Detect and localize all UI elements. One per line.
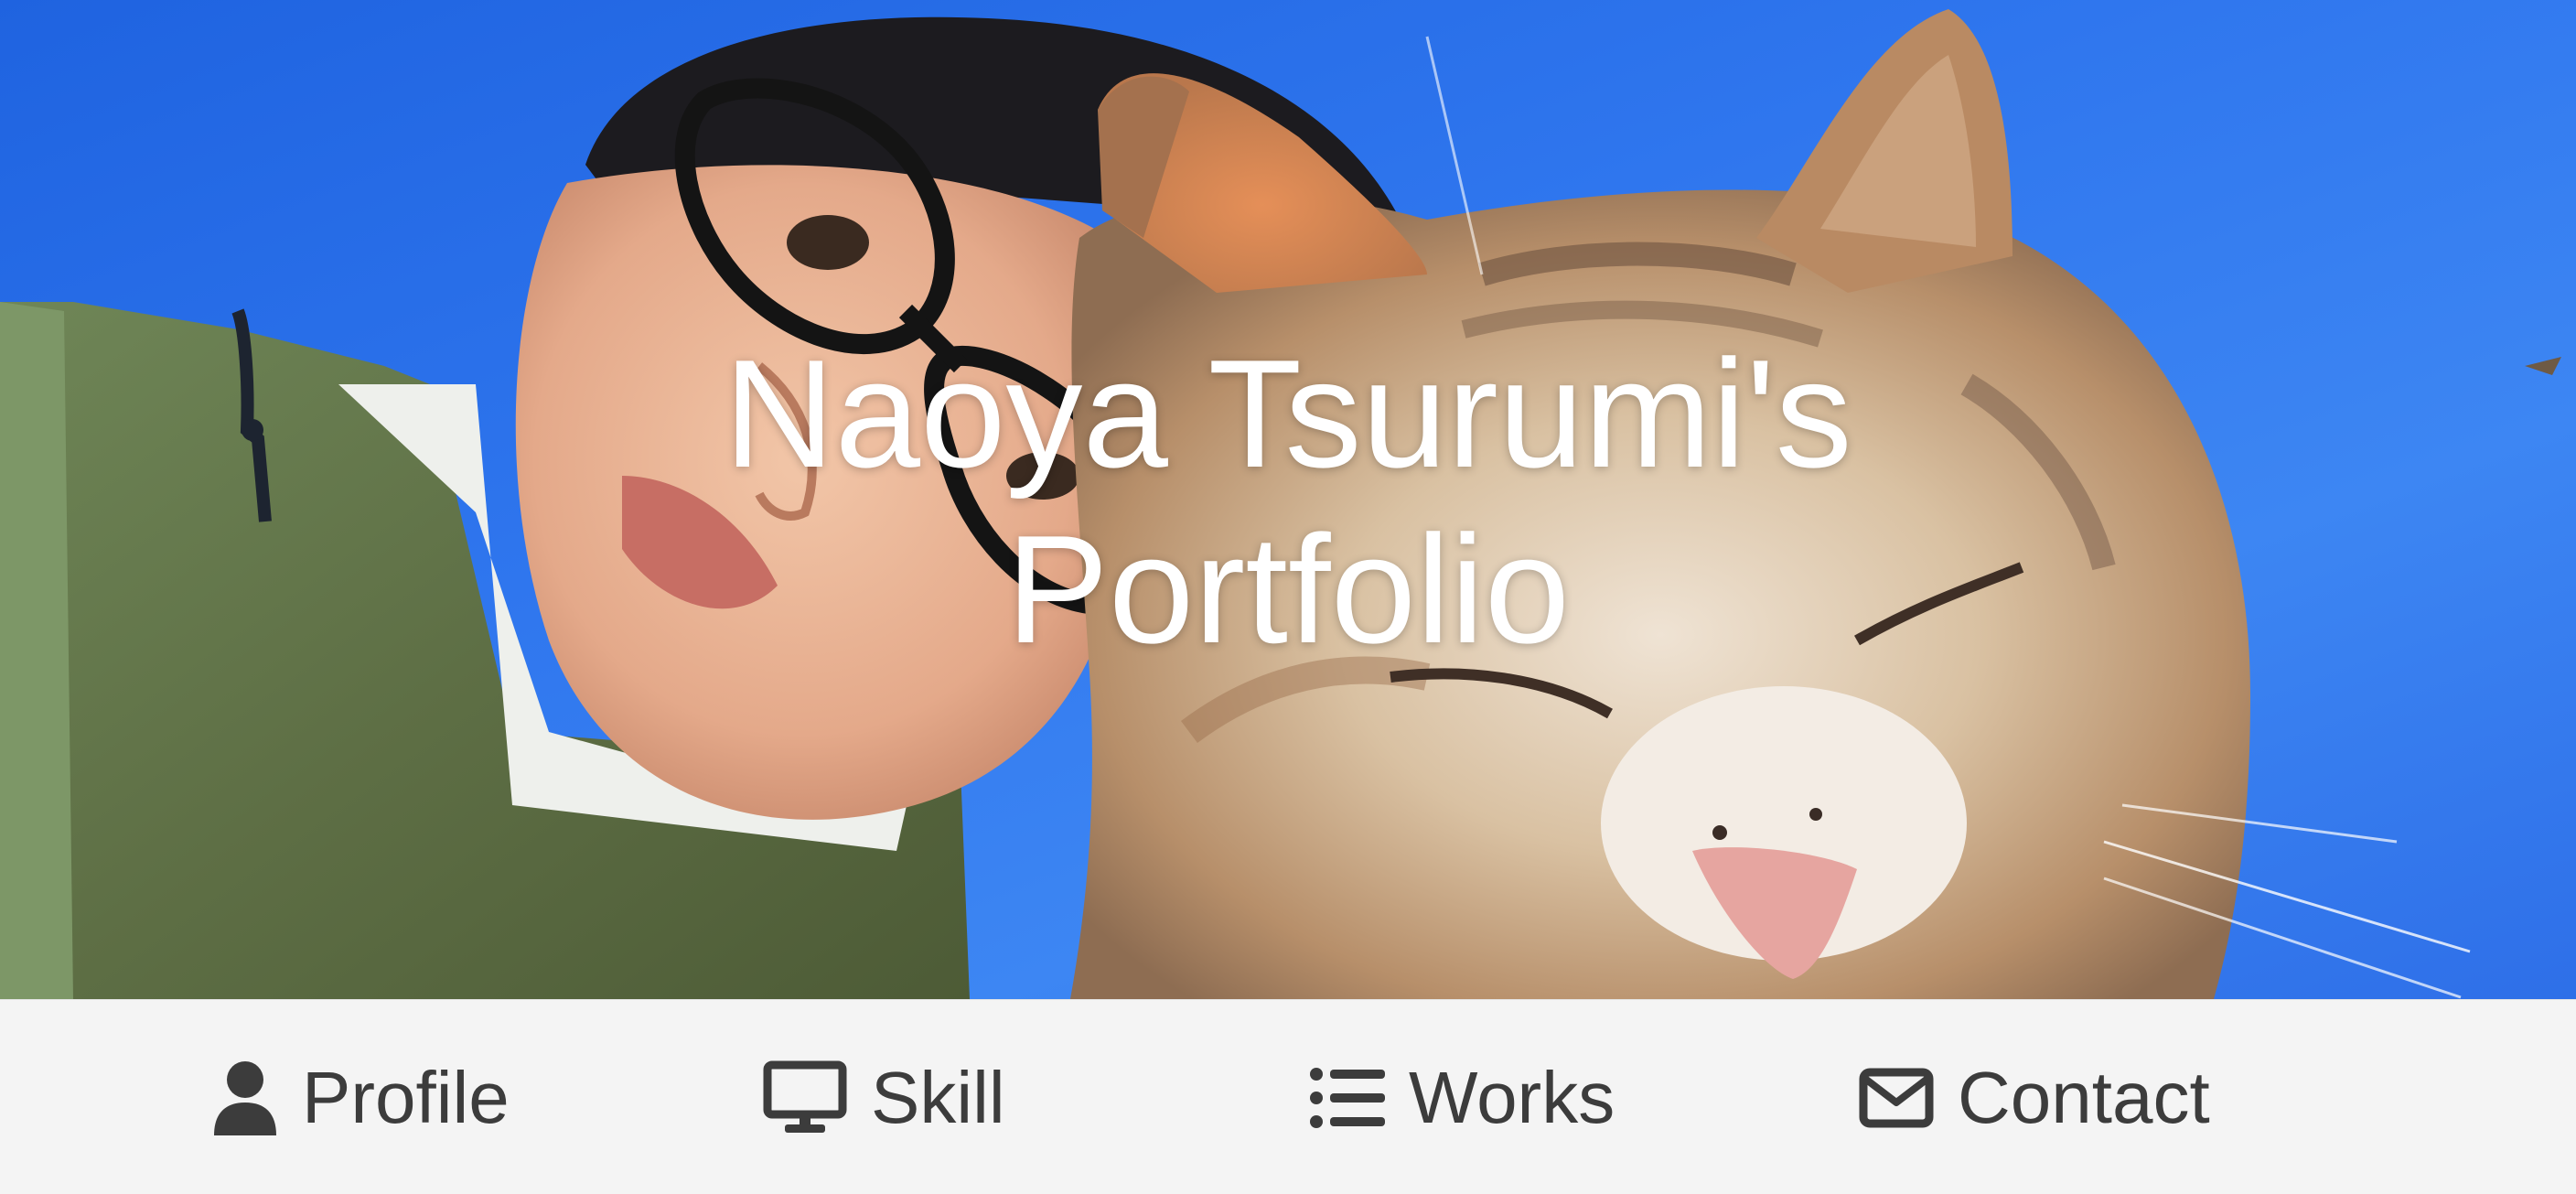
nav-item-works[interactable]: Works <box>1310 1000 1615 1194</box>
hero-banner: Naoya Tsurumi's Portfolio <box>0 0 2576 999</box>
nav-label-skill: Skill <box>871 1056 1005 1138</box>
nav-item-profile[interactable]: Profile <box>212 1000 510 1194</box>
page-title: Naoya Tsurumi's Portfolio <box>0 326 2576 677</box>
envelope-icon <box>1859 1068 1934 1127</box>
nav-item-skill[interactable]: Skill <box>763 1000 1005 1194</box>
user-icon <box>214 1060 276 1135</box>
desktop-icon <box>763 1060 847 1133</box>
page-title-line-1: Naoya Tsurumi's <box>724 328 1852 500</box>
nav-item-contact[interactable]: Contact <box>1859 1000 2210 1194</box>
main-nav: Profile Skill Works Contact <box>0 999 2576 1194</box>
nav-label-contact: Contact <box>1958 1056 2210 1138</box>
list-icon <box>1310 1067 1385 1128</box>
page-title-line-2: Portfolio <box>1005 503 1571 675</box>
nav-label-works: Works <box>1409 1056 1615 1138</box>
nav-label-profile: Profile <box>302 1056 510 1138</box>
